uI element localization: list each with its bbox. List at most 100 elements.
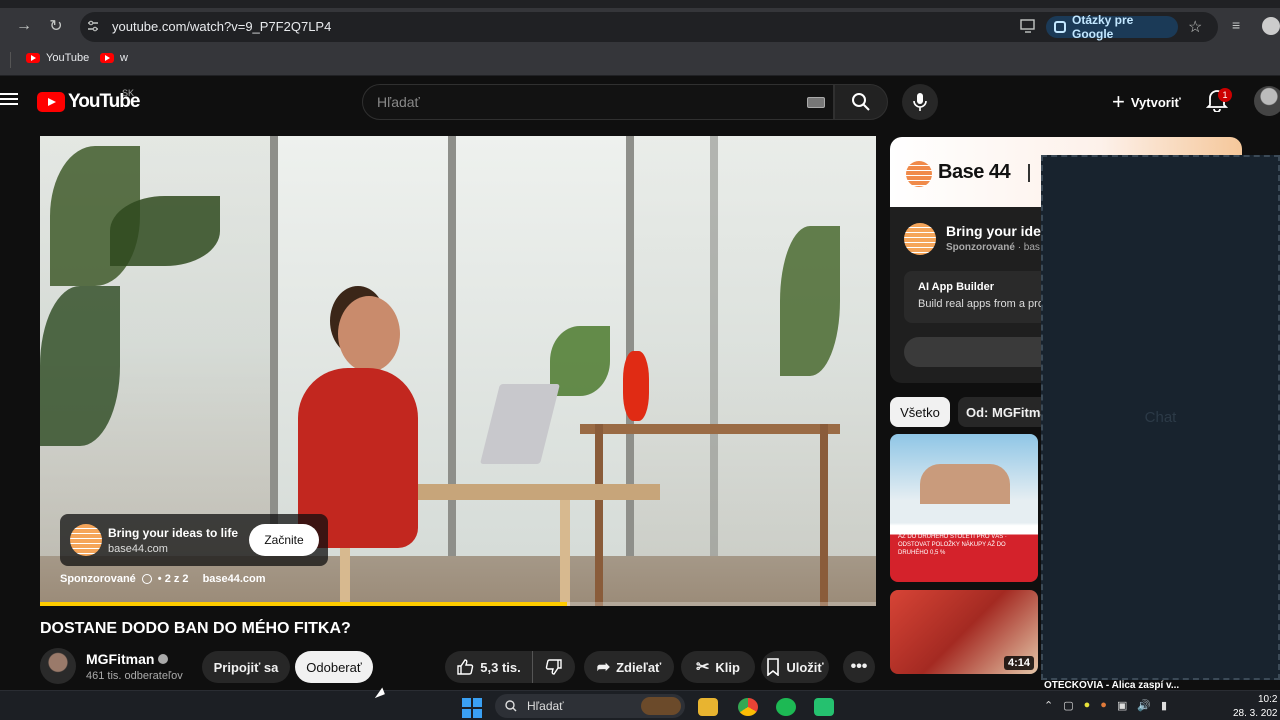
save-button[interactable]: Uložiť [761,651,829,683]
youtube-header: YouTube SK + Vytvoriť 1 [0,76,1280,128]
share-label: Zdieľať [616,659,662,675]
sidebar-ad-card-desc: Build real apps from a pro [918,298,1044,310]
browser-toolbar: → ↻ youtube.com/watch?v=9_P7F2Q7LP4 Otáz… [0,8,1280,46]
country-code: SK [122,88,135,98]
recommended-thumbnail[interactable]: 4:14 [890,590,1038,674]
youtube-play-icon [37,92,65,112]
save-label: Uložiť [786,659,824,675]
bookmark-star-icon[interactable]: ☆ [1188,17,1202,37]
lens-icon [1054,21,1066,33]
thumbnail-people [920,464,1010,504]
bookmark-youtube[interactable]: YouTube [26,52,89,64]
ad-count: • 2 z 2 [157,573,189,585]
google-lens-button[interactable]: Otázky pre Google [1046,13,1178,41]
browser-tabstrip [0,0,1280,8]
battery-icon[interactable]: ▮ [1161,699,1167,712]
account-avatar[interactable] [1254,86,1280,116]
microphone-icon[interactable]: ● [1100,699,1107,712]
ad-meta: Sponzorované • 2 z 2 base44.com [60,573,266,585]
keyboard-icon[interactable] [807,97,825,108]
clip-button[interactable]: ✂ Klip [681,651,755,683]
search-input[interactable] [377,94,777,110]
search-icon [505,700,517,712]
sidebar-ad-title: Bring your ideas [946,223,1057,239]
video-title: DOSTANE DODO BAN DO MÉHO FITKA? [40,620,351,637]
file-explorer-icon[interactable] [698,698,718,716]
join-button[interactable]: Pripojiť sa [202,651,290,683]
share-icon: ➦ [596,659,611,676]
chat-panel[interactable]: Chat [1041,155,1280,680]
ad-site[interactable]: base44.com [203,573,266,585]
dislike-button[interactable] [533,651,575,683]
base44-logo-icon [70,524,102,556]
app-icon[interactable] [814,698,834,716]
bookmarks-bar: YouTube w [0,46,1280,76]
ad-overlay-card[interactable]: Bring your ideas to life base44.com Začn… [60,514,328,566]
profile-avatar[interactable] [1262,17,1280,35]
channel-name[interactable]: MGFitman [86,651,169,667]
app-tray-icon[interactable]: ● [1084,699,1091,712]
bookmark-w[interactable]: w [100,52,128,64]
ad-sponsored-label: Sponzorované [60,573,136,585]
display-icon[interactable]: ▣ [1117,699,1127,712]
ad-domain: base44.com [108,543,168,555]
volume-icon[interactable]: 🔊 [1137,699,1151,712]
taskbar-search-label: Hľadať [527,699,564,713]
sponsored-suffix: · bas [1017,242,1040,253]
bookmark-label: w [120,52,128,64]
ad-cta-button[interactable]: Začnite [249,524,319,556]
more-actions-button[interactable]: ••• [843,651,875,683]
thumbs-up-icon [457,659,474,675]
share-button[interactable]: ➦ Zdieľať [584,651,674,683]
voice-search-button[interactable] [902,84,938,120]
base44-logo-icon [906,161,932,187]
google-pill-label: Otázky pre Google [1072,13,1134,41]
network-icon[interactable]: ▢ [1063,699,1073,712]
search-button[interactable] [834,84,888,120]
search-icon [852,93,870,111]
bison-widget-icon [641,697,681,715]
bookmarks-divider [10,52,11,68]
scissors-icon: ✂ [696,659,710,676]
like-dislike-group: 5,3 tis. [445,651,575,683]
spotify-icon[interactable] [776,698,796,716]
url-text[interactable]: youtube.com/watch?v=9_P7F2Q7LP4 [112,19,331,34]
microphone-icon [913,93,927,111]
create-label: Vytvoriť [1130,94,1181,110]
channel-avatar[interactable] [40,648,76,684]
windows-start-icon[interactable] [462,698,482,718]
progress-fill [40,602,567,606]
menu-icon[interactable] [0,90,18,108]
clock-time[interactable]: 10:2 [1258,694,1277,705]
recommended-thumbnail[interactable]: AŽ DO DRUHÉHO STOLETÍ PRO VÁS · ODSTOVAT… [890,434,1038,582]
base44-logo-icon [904,223,936,255]
video-duration: 4:14 [1003,656,1034,670]
thumbs-down-icon [545,659,562,675]
more-icon: ••• [850,658,868,675]
like-button[interactable]: 5,3 tis. [445,651,533,683]
notification-badge: 1 [1218,88,1232,102]
chrome-icon[interactable] [738,698,758,716]
create-button[interactable]: + Vytvoriť [1104,86,1189,118]
youtube-favicon-icon [26,53,40,63]
reload-icon[interactable]: ↻ [42,12,70,40]
install-app-icon[interactable] [1020,19,1036,33]
sidebar-ad-card-title: AI App Builder [918,281,994,293]
clock-date[interactable]: 28. 3. 202 [1233,708,1277,719]
search-box[interactable] [362,84,834,120]
sidebar-ad-brand: Base 44 [938,161,1011,183]
forward-icon[interactable]: → [10,12,38,40]
progress-bar[interactable] [40,602,876,606]
clip-label: Klip [715,659,740,675]
chevron-up-icon[interactable]: ⌃ [1044,699,1053,712]
chip-all[interactable]: Všetko [890,397,950,427]
subscribe-button[interactable]: Odoberať [295,651,373,683]
taskbar-search[interactable]: Hľadať [495,694,685,718]
sidebar-ad-sponsored: Sponzorované · bas [946,242,1040,253]
channel-name-text: MGFitman [86,651,155,667]
media-queue-icon[interactable]: ≡ [1232,17,1240,33]
site-info-icon[interactable] [86,19,100,33]
verified-icon [158,654,169,664]
plus-icon: + [1112,89,1125,114]
info-icon[interactable] [141,574,152,584]
